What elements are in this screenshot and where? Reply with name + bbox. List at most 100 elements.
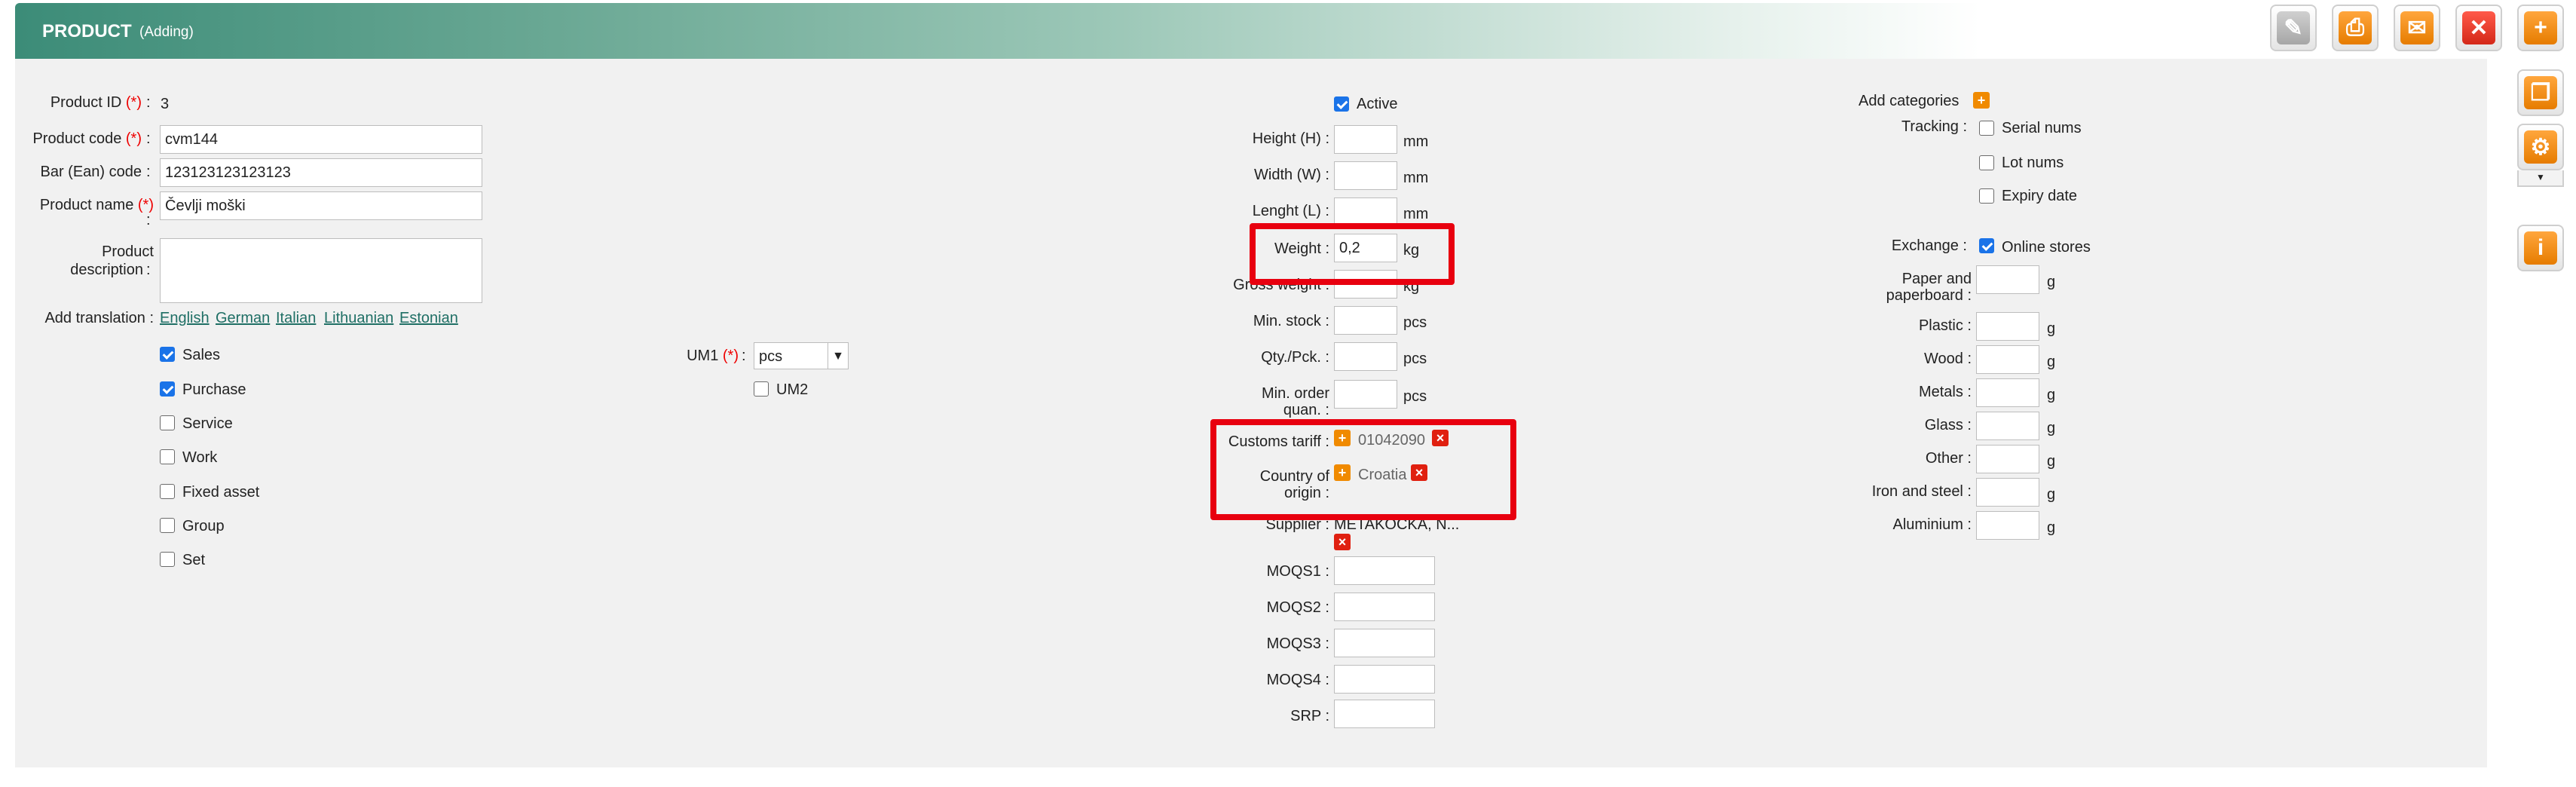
moqs2-input[interactable] [1334,593,1435,621]
min-order-input[interactable] [1334,380,1397,409]
paper-label-line2: paperboard : [1886,287,1972,304]
iron-steel-input[interactable] [1976,478,2039,507]
wood-unit: g [2047,354,2056,370]
length-input[interactable] [1334,198,1397,226]
aluminium-input[interactable] [1976,511,2039,540]
moqs4-label: MOQS4 : [1266,672,1329,688]
tracking-label: Tracking : [1901,118,1967,135]
info-button[interactable]: i [2517,225,2564,271]
qty-pck-input[interactable] [1334,342,1397,371]
wood-label: Wood : [1924,351,1972,367]
close-button[interactable]: ✕ [2455,5,2502,51]
close-icon: ✕ [2462,11,2495,44]
translation-link-english[interactable]: English [160,309,210,327]
page-title: PRODUCT [42,21,132,41]
description-label-line2: description [70,262,143,278]
print-button[interactable]: ⎙ [2332,5,2379,51]
barcode-input[interactable]: 123123123123123 [160,158,482,187]
length-label: Lenght (L) : [1252,203,1329,219]
purchase-checkbox[interactable] [160,381,175,397]
add-categories-label: Add categories [1859,93,1960,109]
min-order-unit: pcs [1403,388,1427,405]
group-checkbox[interactable] [160,518,175,533]
width-unit: mm [1403,170,1429,186]
moqs1-input[interactable] [1334,556,1435,585]
description-textarea[interactable] [160,238,482,303]
qty-pck-label: Qty./Pck. : [1261,349,1329,366]
purchase-label: Purchase [182,381,246,398]
service-label: Service [182,415,233,432]
translation-link-estonian[interactable]: Estonian [399,309,458,327]
um1-select[interactable]: pcs ▼ [754,342,849,369]
barcode-colon: : [146,164,151,180]
iron-steel-unit: g [2047,486,2056,503]
iron-steel-label: Iron and steel : [1871,483,1972,500]
um2-checkbox[interactable] [754,381,769,397]
moqs4-input[interactable] [1334,665,1435,694]
width-input[interactable] [1334,161,1397,190]
product-code-input[interactable]: cvm144 [160,125,482,154]
height-unit: mm [1403,133,1429,150]
other-input[interactable] [1976,445,2039,473]
product-name-input[interactable]: Čevlji moški [160,191,482,220]
edit-button[interactable]: ✎ [2270,5,2317,51]
expiry-date-checkbox[interactable] [1979,188,1994,204]
envelope-icon: ✉ [2400,11,2434,44]
metals-unit: g [2047,387,2056,403]
online-stores-checkbox[interactable] [1979,238,1994,253]
copy-button[interactable]: ❐ [2517,69,2564,116]
set-checkbox[interactable] [160,552,175,567]
serial-nums-checkbox[interactable] [1979,121,1994,136]
fixed-asset-checkbox[interactable] [160,484,175,499]
translation-link-italian[interactable]: Italian [276,309,316,327]
barcode-label: Bar (Ean) code [40,164,142,180]
aluminium-unit: g [2047,519,2056,536]
add-button[interactable]: + [2517,5,2564,51]
um1-selected-value: pcs [759,348,783,365]
plastic-input[interactable] [1976,312,2039,341]
active-checkbox[interactable] [1334,96,1349,112]
height-input[interactable] [1334,125,1397,154]
description-colon: : [146,262,151,278]
service-checkbox[interactable] [160,415,175,430]
settings-button[interactable]: ⚙ [2517,124,2564,170]
aluminium-label: Aluminium : [1892,516,1972,533]
lot-nums-checkbox[interactable] [1979,155,1994,170]
min-order-label-line2: quan. : [1283,402,1329,418]
width-label: Width (W) : [1254,167,1329,183]
metals-input[interactable] [1976,378,2039,407]
wood-input[interactable] [1976,345,2039,374]
printer-icon: ⎙ [2339,11,2372,44]
translation-link-lithuanian[interactable]: Lithuanian [324,309,393,327]
sales-checkbox[interactable] [160,347,175,362]
height-label: Height (H) : [1252,130,1329,147]
um1-label: UM1 (*) [687,348,739,364]
moqs3-label: MOQS3 : [1266,635,1329,652]
add-category-icon[interactable]: + [1973,92,1990,109]
qty-pck-unit: pcs [1403,351,1427,367]
glass-input[interactable] [1976,412,2039,440]
expiry-date-label: Expiry date [2002,188,2078,204]
online-stores-label: Online stores [2002,239,2091,256]
metals-label: Metals : [1918,384,1972,400]
remove-supplier-icon[interactable]: × [1334,534,1351,550]
product-id-label: Product ID (*) [50,94,142,111]
min-stock-input[interactable] [1334,306,1397,335]
copy-icon: ❐ [2524,76,2557,109]
set-label: Set [182,552,206,568]
fixed-asset-label: Fixed asset [182,484,260,501]
translation-link-german[interactable]: German [216,309,270,327]
info-icon: i [2524,231,2557,265]
plastic-label: Plastic : [1918,317,1972,334]
weight-highlight-box [1250,223,1455,285]
um2-label: UM2 [776,381,809,398]
pencil-icon: ✎ [2277,11,2310,44]
glass-label: Glass : [1924,417,1972,433]
srp-input[interactable] [1334,700,1435,728]
settings-dropdown-toggle[interactable]: ▼ [2517,170,2564,187]
gear-icon: ⚙ [2524,130,2557,164]
work-checkbox[interactable] [160,449,175,464]
paper-input[interactable] [1976,265,2039,294]
email-button[interactable]: ✉ [2394,5,2440,51]
moqs3-input[interactable] [1334,629,1435,657]
